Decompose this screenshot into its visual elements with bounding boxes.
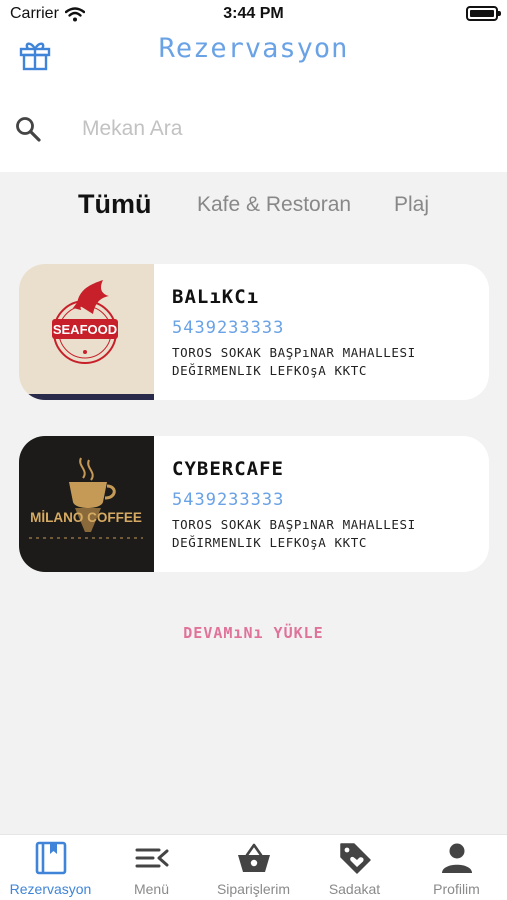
tab-all[interactable]: Tümü [78, 189, 152, 220]
tabbar-item-menu[interactable]: Menü [101, 835, 202, 900]
venue-address: TOROS SOKAK BAŞPıNAR MAHALLESI DEĞIRMENL… [172, 517, 416, 550]
venue-name: CYBERCAFE [172, 458, 284, 480]
venue-address: TOROS SOKAK BAŞPıNAR MAHALLESI DEĞIRMENL… [172, 345, 416, 378]
book-icon [35, 841, 67, 875]
tabbar-item-orders[interactable]: Siparişlerim [203, 835, 304, 900]
category-tabs: Tümü Kafe & Restoran Plaj [0, 189, 507, 230]
tabbar-item-profile[interactable]: Profilim [406, 835, 507, 900]
tabbar-label: Profilim [433, 881, 480, 897]
tab-cafe-restaurant[interactable]: Kafe & Restoran [197, 193, 351, 217]
status-bar: Carrier 3:44 PM [0, 0, 507, 28]
venue-logo-seafood: SEAFOOD [19, 264, 154, 400]
page-title: Rezervasyon [158, 33, 349, 64]
person-icon [442, 843, 472, 873]
venue-phone[interactable]: 5439233333 [172, 318, 284, 338]
load-more-button[interactable]: DEVAMıNı YÜKLE [0, 624, 507, 642]
search-input[interactable] [82, 113, 482, 145]
venue-logo-milano-coffee: MİLANO COFFEE [19, 436, 154, 572]
menu-icon [135, 848, 169, 868]
top-header-area: Carrier 3:44 PM Rezervasyon [0, 0, 507, 172]
tabbar-label: Menü [133, 881, 170, 897]
venue-logo-text: MİLANO COFFEE [30, 510, 142, 525]
battery-icon [466, 6, 501, 21]
venue-card[interactable]: MİLANO COFFEE CYBERCAFE 5439233333 TOROS… [19, 436, 489, 572]
tabbar-label: Rezervasyon [9, 881, 92, 897]
venue-card[interactable]: SEAFOOD BALıKCı 5439233333 TOROS SOKAK B… [19, 264, 489, 400]
search-icon [16, 117, 41, 142]
venue-phone[interactable]: 5439233333 [172, 490, 284, 510]
tabbar-label: Sadakat [328, 881, 381, 897]
venue-logo-text: SEAFOOD [53, 322, 117, 337]
tabbar-item-rezervasyon[interactable]: Rezervasyon [0, 835, 101, 900]
bottom-tab-bar: Rezervasyon Menü Siparişlerim Sadakat Pr… [0, 834, 507, 900]
status-time: 3:44 PM [223, 5, 284, 22]
tag-heart-icon [340, 843, 371, 874]
tab-beach[interactable]: Plaj [394, 193, 429, 217]
tabbar-item-loyalty[interactable]: Sadakat [304, 835, 405, 900]
basket-icon [238, 843, 270, 872]
venue-name: BALıKCı [172, 286, 260, 308]
tabbar-label: Siparişlerim [216, 881, 291, 897]
